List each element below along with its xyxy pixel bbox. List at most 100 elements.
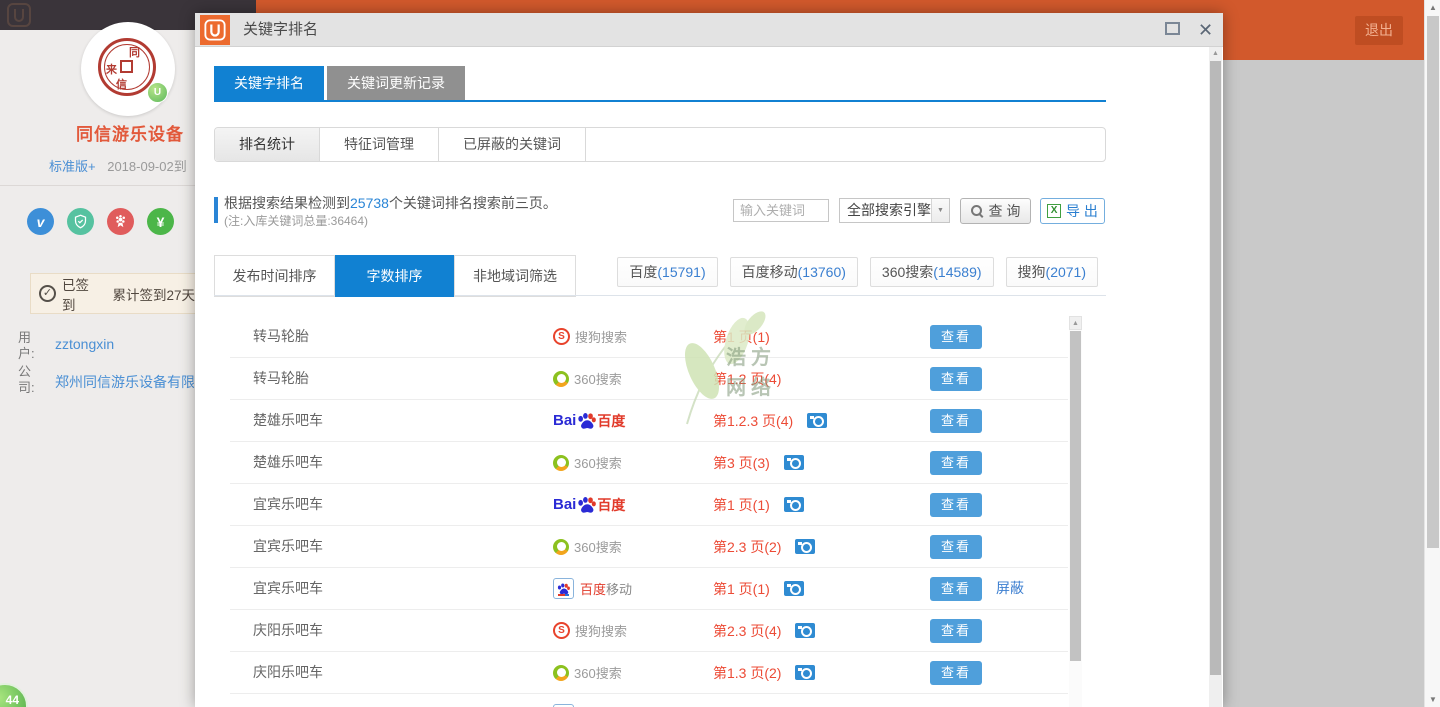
table-row: 宜宾乐吧车Bai百度第1 页(1)查看 — [230, 484, 1068, 526]
engine-count-sogou[interactable]: 搜狗(2071) — [1006, 257, 1098, 287]
table-scrollbar-thumb[interactable] — [1070, 331, 1081, 661]
keyword-cell: 转马轮胎 — [253, 316, 309, 357]
engine-label: 360搜索 — [574, 369, 622, 388]
view-button[interactable]: 查看 — [930, 451, 982, 475]
scroll-up-icon[interactable]: ▲ — [1209, 47, 1222, 60]
baidu-logo-cn: 百度 — [597, 411, 625, 431]
notification-count: 44 — [6, 693, 19, 707]
tab-ranking-stats[interactable]: 排名统计 — [215, 128, 320, 161]
modal-scrollbar[interactable]: ▲ — [1209, 47, 1222, 707]
engine-count: (14589) — [933, 264, 981, 280]
view-button[interactable]: 查看 — [930, 367, 982, 391]
maximize-button[interactable] — [1165, 22, 1181, 36]
view-button[interactable]: 查看 — [930, 661, 982, 685]
view-button[interactable]: 查看 — [930, 409, 982, 433]
baidu-logo-text: Bai — [553, 412, 576, 429]
plan-row: 标准版+ 2018-09-02到 — [49, 156, 209, 175]
vip-badge-icon[interactable]: v — [27, 208, 54, 235]
plan-label-link[interactable]: 标准版+ — [49, 159, 96, 174]
page-rank: 第2.3 页(4) — [713, 621, 781, 641]
summary-suffix: 个关键词排名搜索前三页。 — [389, 195, 557, 211]
signin-card[interactable]: ✓ 已签到 累计签到27天 — [30, 273, 196, 314]
engine-name: 搜狗 — [1018, 264, 1046, 280]
table-scrollbar[interactable]: ▲ — [1069, 316, 1082, 707]
table-row: 宜宾乐吧车360搜索第2.3 页(2)查看 — [230, 526, 1068, 568]
camera-icon[interactable] — [784, 455, 804, 470]
table-row: 楚雄乐吧车Bai百度第1.2.3 页(4)查看 — [230, 400, 1068, 442]
scroll-up-icon[interactable]: ▲ — [1425, 0, 1440, 15]
tab-sort-by-word-count[interactable]: 字数排序 — [335, 255, 455, 297]
browser-scrollbar[interactable]: ▲ ▼ — [1424, 0, 1440, 707]
page-rank: 第2.3 页(2) — [713, 537, 781, 557]
baidu-mobile-icon — [553, 578, 574, 599]
tab-keyword-update-log[interactable]: 关键词更新记录 — [327, 66, 465, 100]
query-button[interactable]: 查 询 — [960, 198, 1031, 224]
engine-count-baidu-mobile[interactable]: 百度移动(13760) — [730, 257, 858, 287]
page-rank: 第1.3 页(2) — [713, 663, 781, 683]
scroll-down-icon[interactable]: ▼ — [1425, 692, 1440, 707]
camera-icon[interactable] — [795, 623, 815, 638]
view-button[interactable]: 查看 — [930, 493, 982, 517]
engine-select-value: 全部搜索引擎 — [840, 199, 931, 222]
seal-char: 同 — [129, 44, 140, 60]
sub-tabs: 排名统计 特征词管理 已屏蔽的关键词 — [214, 127, 1106, 162]
camera-icon[interactable] — [784, 581, 804, 596]
camera-icon[interactable] — [807, 413, 827, 428]
plan-expiry: 2018-09-02到 — [107, 159, 187, 174]
engine-count: (2071) — [1046, 264, 1086, 280]
engine-cell: Bai百度 — [553, 484, 625, 525]
modal-body: 关键字排名 关键词更新记录 排名统计 特征词管理 已屏蔽的关键词 根据搜索结果检… — [195, 47, 1223, 707]
tab-feature-words[interactable]: 特征词管理 — [320, 128, 439, 161]
shield-badge-icon[interactable] — [67, 208, 94, 235]
search-icon — [971, 205, 984, 218]
main-tabs: 关键字排名 关键词更新记录 — [214, 66, 465, 100]
money-badge-icon[interactable]: ¥ — [147, 208, 174, 235]
baidu-logo-text: Bai — [553, 496, 576, 513]
username-link[interactable]: zztongxin — [55, 336, 114, 352]
exit-button[interactable]: 退出 — [1355, 16, 1403, 45]
keyword-cell: 宜宾乐吧车 — [253, 484, 323, 525]
engine-label: 360搜索 — [574, 453, 622, 472]
tab-sort-by-publish-time[interactable]: 发布时间排序 — [215, 256, 335, 296]
tab-non-regional-filter[interactable]: 非地域词筛选 — [455, 256, 575, 296]
table-row — [230, 694, 1068, 707]
export-button[interactable]: X 导 出 — [1040, 198, 1105, 224]
browser-scrollbar-thumb[interactable] — [1427, 16, 1439, 548]
engine-select[interactable]: 全部搜索引擎 ▼ — [839, 198, 950, 223]
engine-count-baidu[interactable]: 百度(15791) — [617, 257, 717, 287]
tab-underline — [214, 100, 1106, 102]
scroll-up-icon[interactable]: ▲ — [1069, 316, 1082, 330]
modal-scrollbar-thumb[interactable] — [1210, 61, 1221, 675]
company-link[interactable]: 郑州同信游乐设备有限公 — [55, 372, 194, 392]
engine-label-mobile: 移动 — [606, 579, 632, 598]
block-link[interactable]: 屏蔽 — [996, 568, 1024, 609]
table-row: 宜宾乐吧车百度移动第1 页(1)查看屏蔽 — [230, 568, 1068, 610]
keyword-cell: 楚雄乐吧车 — [253, 442, 323, 483]
view-button[interactable]: 查看 — [930, 577, 982, 601]
view-button[interactable]: 查看 — [930, 619, 982, 643]
engine-cell: 360搜索 — [553, 652, 622, 693]
medal-badge-icon[interactable] — [107, 208, 134, 235]
signin-total: 累计签到27天 — [112, 284, 195, 304]
close-icon[interactable]: ✕ — [1198, 17, 1213, 43]
engine-count: (15791) — [657, 264, 705, 280]
engine-cell: 360搜索 — [553, 442, 622, 483]
360-icon — [553, 371, 569, 387]
rank-cell: 第1.2 页(4) — [713, 358, 781, 399]
tab-keyword-ranking[interactable]: 关键字排名 — [214, 66, 324, 100]
modal-titlebar: 关键字排名 ✕ — [195, 13, 1223, 47]
filter-tabs: 发布时间排序 字数排序 非地域词筛选 — [214, 255, 576, 297]
360-icon — [553, 665, 569, 681]
engine-label: 搜狗搜索 — [575, 327, 627, 346]
camera-icon[interactable] — [795, 539, 815, 554]
camera-icon[interactable] — [784, 497, 804, 512]
sidebar: 同 来 信 U 同信游乐设备 标准版+ 2018-09-02到 v ¥ ✓ 已签… — [0, 0, 195, 707]
view-button[interactable]: 查看 — [930, 325, 982, 349]
view-button[interactable]: 查看 — [930, 535, 982, 559]
keyword-search-input[interactable] — [733, 199, 829, 222]
avatar[interactable]: 同 来 信 U — [81, 22, 175, 116]
engine-cell: Bai 百度 — [553, 400, 625, 441]
engine-count-360[interactable]: 360搜索(14589) — [870, 257, 994, 287]
tab-blocked-keywords[interactable]: 已屏蔽的关键词 — [439, 128, 586, 161]
camera-icon[interactable] — [795, 665, 815, 680]
